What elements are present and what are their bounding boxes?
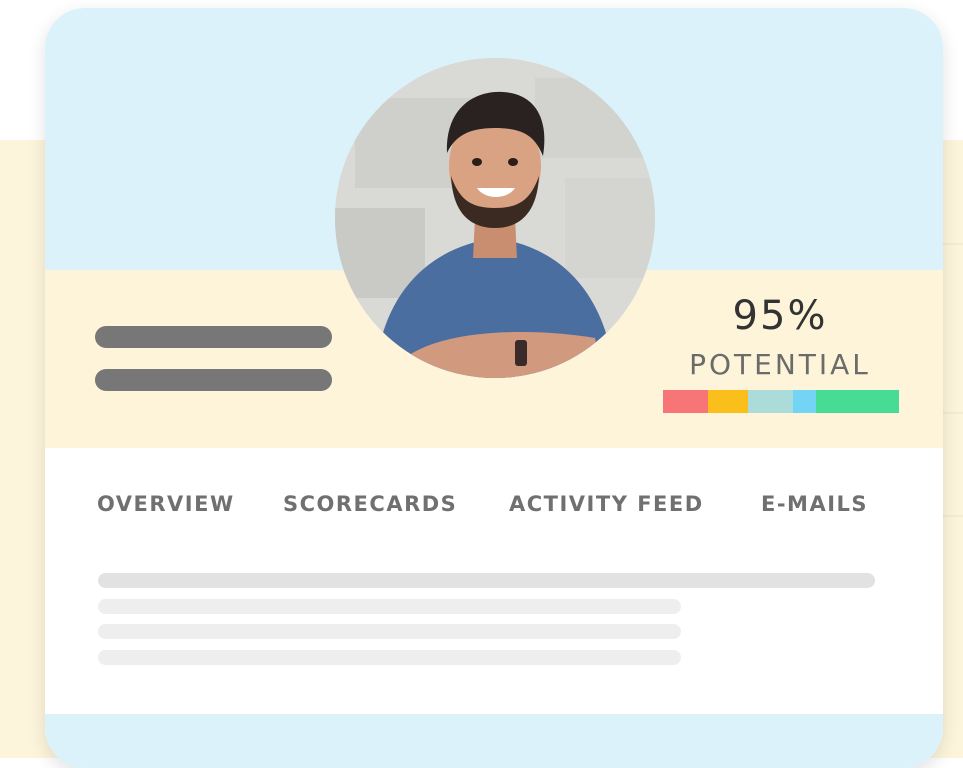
potential-label: POTENTIAL bbox=[689, 348, 871, 381]
tab-scorecards[interactable]: SCORECARDS bbox=[283, 492, 457, 516]
potential-color-bar bbox=[663, 390, 899, 413]
name-placeholder bbox=[95, 326, 332, 348]
subtitle-placeholder bbox=[95, 369, 332, 391]
profile-card: 95% POTENTIAL OVERVIEW SCORECARDS ACTIVI… bbox=[45, 8, 943, 768]
potential-bar-segment bbox=[747, 390, 793, 413]
potential-score: 95% bbox=[732, 293, 828, 339]
potential-bar-segment bbox=[792, 390, 817, 413]
content-placeholder-line bbox=[98, 650, 681, 665]
avatar[interactable] bbox=[335, 58, 655, 378]
potential-bar-segment bbox=[816, 390, 899, 413]
tab-e-mails[interactable]: E-MAILS bbox=[761, 492, 868, 516]
content-placeholder-line bbox=[98, 573, 875, 588]
content-placeholder-line bbox=[98, 599, 681, 614]
tab-activity-feed[interactable]: ACTIVITY FEED bbox=[509, 492, 704, 516]
avatar-photo bbox=[335, 58, 655, 378]
content-placeholder-line bbox=[98, 624, 681, 639]
tab-bar: OVERVIEW SCORECARDS ACTIVITY FEED E-MAIL… bbox=[45, 492, 943, 522]
card-footer bbox=[45, 714, 943, 768]
tab-overview[interactable]: OVERVIEW bbox=[97, 492, 235, 516]
potential-bar-segment bbox=[663, 390, 708, 413]
potential-bar-segment bbox=[707, 390, 748, 413]
